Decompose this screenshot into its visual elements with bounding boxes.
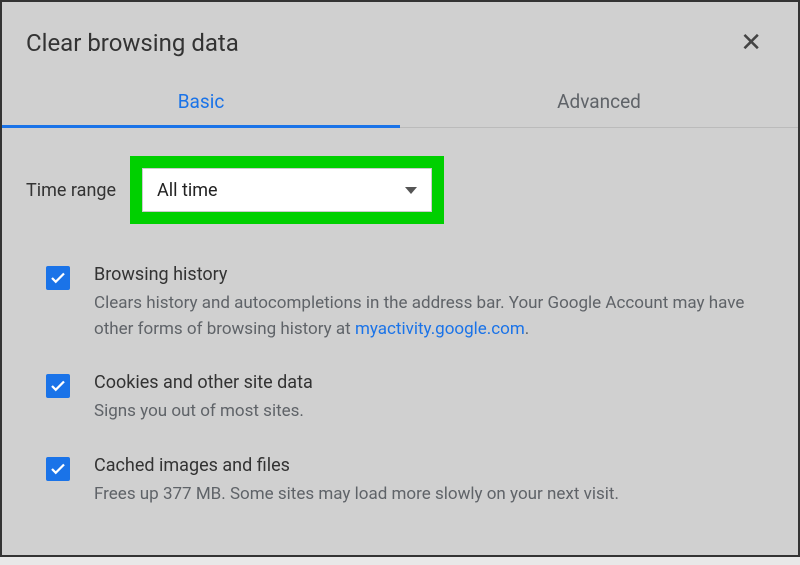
checkbox-cookies[interactable]: [46, 374, 70, 398]
time-range-select[interactable]: All time: [142, 168, 432, 212]
option-desc: Signs you out of most sites.: [94, 399, 774, 425]
option-desc: Frees up 377 MB. Some sites may load mor…: [94, 482, 774, 508]
chevron-down-icon: [405, 187, 417, 194]
time-range-label: Time range: [26, 180, 116, 201]
tab-advanced[interactable]: Advanced: [400, 76, 798, 127]
clear-browsing-data-dialog: Clear browsing data ✕ Basic Advanced Tim…: [2, 2, 798, 555]
option-text: Browsing history Clears history and auto…: [94, 264, 774, 342]
option-title: Browsing history: [94, 264, 774, 285]
option-desc: Clears history and autocompletions in th…: [94, 291, 774, 342]
desc-text-after: .: [525, 319, 529, 339]
checkmark-icon: [49, 377, 67, 395]
tab-basic[interactable]: Basic: [2, 76, 400, 127]
option-cookies: Cookies and other site data Signs you ou…: [26, 372, 774, 425]
tab-advanced-label: Advanced: [557, 90, 641, 113]
tabs: Basic Advanced: [2, 76, 798, 128]
option-text: Cached images and files Frees up 377 MB.…: [94, 455, 774, 508]
tab-basic-label: Basic: [178, 90, 225, 113]
time-range-selected-value: All time: [157, 180, 218, 201]
time-range-highlight: All time: [130, 156, 444, 224]
close-icon: ✕: [740, 28, 762, 58]
checkmark-icon: [49, 460, 67, 478]
close-button[interactable]: ✕: [736, 26, 766, 60]
option-browsing-history: Browsing history Clears history and auto…: [26, 264, 774, 342]
option-cache: Cached images and files Frees up 377 MB.…: [26, 455, 774, 508]
option-text: Cookies and other site data Signs you ou…: [94, 372, 774, 425]
dialog-content: Time range All time Browsing history Cle…: [2, 128, 798, 565]
myactivity-link[interactable]: myactivity.google.com: [355, 319, 525, 339]
checkbox-cache[interactable]: [46, 457, 70, 481]
dialog-title: Clear browsing data: [26, 29, 239, 57]
option-title: Cookies and other site data: [94, 372, 774, 393]
checkmark-icon: [49, 269, 67, 287]
time-range-row: Time range All time: [26, 156, 774, 224]
checkbox-browsing-history[interactable]: [46, 266, 70, 290]
option-title: Cached images and files: [94, 455, 774, 476]
dialog-header: Clear browsing data ✕: [2, 2, 798, 76]
